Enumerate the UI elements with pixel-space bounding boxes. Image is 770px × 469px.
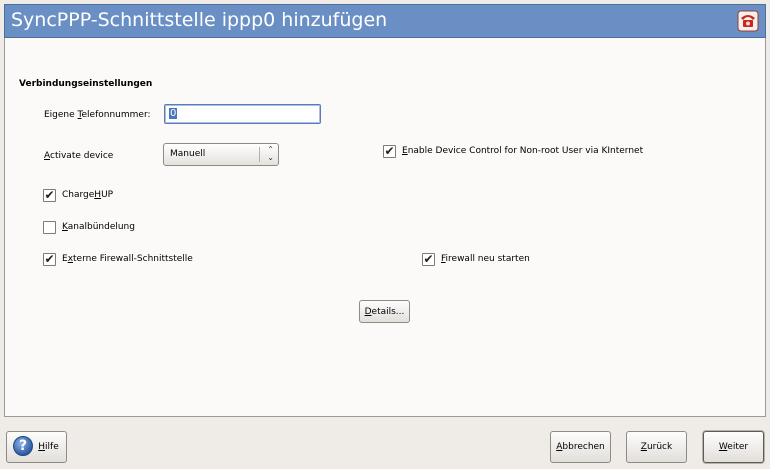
- next-button[interactable]: Weiter: [703, 431, 764, 463]
- external-firewall-checkbox[interactable]: ✔: [43, 253, 56, 266]
- help-icon: ?: [13, 436, 33, 456]
- own-phone-label: Eigene Telefonnummer:: [44, 110, 151, 120]
- activate-device-label: Activate device: [44, 151, 114, 161]
- chargehup-label[interactable]: ChargeHUP: [62, 190, 113, 200]
- device-control-label[interactable]: Enable Device Control for Non-root User …: [402, 146, 643, 156]
- window-title: SyncPPP-Schnittstelle ippp0 hinzufügen: [11, 9, 388, 31]
- own-phone-value: 0: [169, 108, 178, 119]
- channel-bundling-checkbox[interactable]: [43, 221, 56, 234]
- restart-firewall-checkbox[interactable]: ✔: [422, 253, 435, 266]
- combo-separator: [259, 147, 260, 162]
- updown-arrows-icon: ⌃ ⌄: [267, 145, 274, 162]
- own-phone-input[interactable]: 0: [164, 104, 321, 124]
- title-bar: SyncPPP-Schnittstelle ippp0 hinzufügen: [4, 4, 766, 38]
- help-button[interactable]: ? Hilfe: [6, 431, 67, 463]
- activate-device-combo[interactable]: Manuell ⌃ ⌄: [163, 143, 279, 166]
- chargehup-checkbox[interactable]: ✔: [43, 189, 56, 202]
- device-control-checkbox[interactable]: ✔: [383, 145, 396, 158]
- section-title: Verbindungseinstellungen: [19, 79, 153, 89]
- activate-device-selected: Manuell: [170, 149, 206, 159]
- restart-firewall-label[interactable]: Firewall neu starten: [441, 254, 530, 264]
- channel-bundling-label[interactable]: Kanalbündelung: [62, 222, 135, 232]
- cancel-button[interactable]: Abbrechen: [550, 431, 611, 463]
- back-button[interactable]: Zurück: [626, 431, 687, 463]
- details-button[interactable]: Details...: [359, 300, 410, 323]
- red-telephone-icon: [737, 10, 759, 32]
- external-firewall-label[interactable]: Externe Firewall-Schnittstelle: [62, 254, 193, 264]
